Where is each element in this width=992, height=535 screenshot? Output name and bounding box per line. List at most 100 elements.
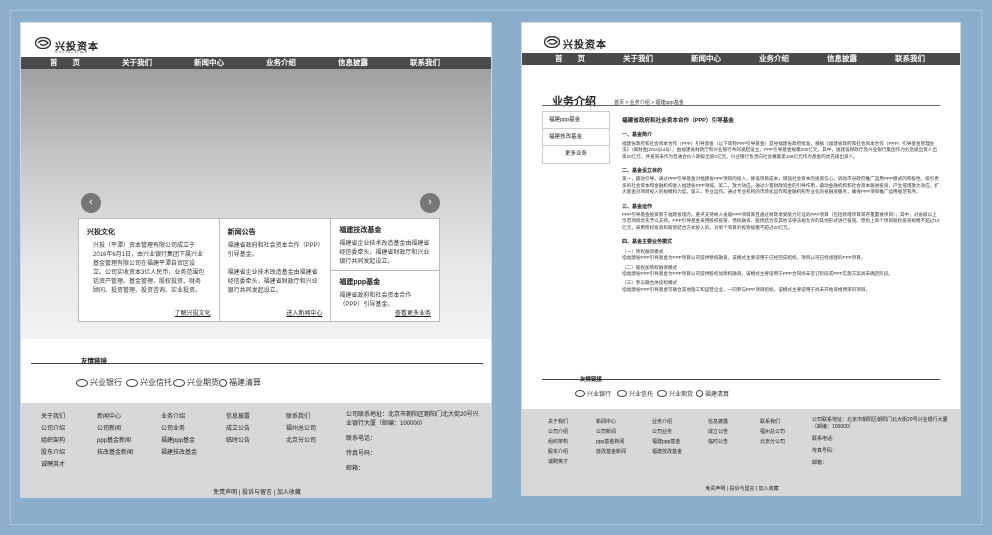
footer-link[interactable]: 成立公告 [226, 423, 250, 435]
footer-link[interactable]: 诚聘英才 [548, 457, 568, 467]
footer-link[interactable]: 业务介绍 [652, 417, 682, 427]
carousel-next-icon[interactable]: › [420, 193, 440, 213]
clearing-logo-icon [219, 378, 227, 387]
footer-link[interactable]: 技改基金新闻 [97, 447, 133, 459]
footer-link[interactable]: 信息披露 [226, 411, 250, 423]
footer-link[interactable]: ppp基金新闻 [97, 435, 133, 447]
contact-address: 公司联系地址：北京市朝阳区朝阳门北大街20号兴业银行大厦（邮编：100000） [346, 412, 479, 427]
card-title: 福建技改基金 [339, 227, 382, 234]
footer-link[interactable]: 关于我们 [41, 411, 65, 423]
partner-link-clearing[interactable]: 福建清算 [696, 389, 729, 398]
side-item-ppp-fund[interactable]: 福建ppp基金 [543, 112, 609, 129]
nav-contact[interactable]: 联系我们 [389, 57, 461, 69]
footer-link[interactable]: 北京分公司 [760, 437, 785, 447]
main-nav: 首 页 关于我们 新闻中心 业务介绍 信息披露 联系我们 [21, 57, 491, 69]
futures-logo-icon [657, 390, 667, 397]
nav-news[interactable]: 新闻中心 [672, 53, 740, 65]
card-news: 新闻公告 福建省政府和社会资本合作（PPP）引导基金。 福建省企业技术改造基金由… [220, 219, 332, 321]
clearing-logo-icon [696, 390, 703, 397]
partner-link-futures[interactable]: 兴业期货 [173, 377, 219, 388]
card-tech-fund: 福建技改基金 福建省企业技术改造基金由福建省经信委牵头，福建省财政厅和兴业银行共… [331, 219, 439, 270]
divider [542, 105, 940, 106]
footer-link[interactable]: 成立公告 [708, 427, 728, 437]
footer-link[interactable]: 联系我们 [286, 411, 316, 423]
news-more-link[interactable]: 进入新闻中心 [286, 308, 322, 317]
footer-link[interactable]: ppp基金新闻 [596, 437, 626, 447]
carousel-prev-icon[interactable]: ‹ [81, 193, 101, 213]
footer-col-contact: 联系我们 福州总公司 北京分公司 [760, 417, 785, 447]
footer-link[interactable]: 组织架构 [41, 435, 65, 447]
nav-business[interactable]: 业务介绍 [740, 53, 808, 65]
home-page-mockup: 兴投资本 XING TOU ZI BEN 首 页 关于我们 新闻中心 业务介绍 … [20, 22, 492, 498]
partner-link-clearing[interactable]: 福建清算 [219, 377, 261, 388]
footer-link[interactable]: 业务介绍 [161, 411, 197, 423]
nav-contact[interactable]: 联系我们 [876, 53, 944, 65]
footer-link[interactable]: 公司介绍 [41, 423, 65, 435]
card-text: 福建省政府和社会资本合作（PPP）引导基金。 福建省企业技术改造基金由福建省经信… [227, 243, 321, 294]
article-content: 福建省政府和社会资本合作（PPP）引导基金 一、基金简介 福建省政府和社会资本合… [622, 113, 940, 293]
footer-legal-links[interactable]: 免责声明 | 投诉与留言 | 加入收藏 [522, 485, 960, 492]
footer: 关于我们 公司介绍 组织架构 股东介绍 诚聘英才 新闻中心 公司新闻 ppp基金… [21, 403, 491, 497]
brand-logo-icon [544, 36, 560, 48]
contact-email: 邮箱： [812, 460, 828, 466]
main-nav: 首 页 关于我们 新闻中心 业务介绍 信息披露 联系我们 [522, 53, 960, 65]
nav-disclosure[interactable]: 信息披露 [808, 53, 876, 65]
footer-link[interactable]: 公司介绍 [548, 427, 568, 437]
footer-link[interactable]: 福建技改基金 [652, 447, 682, 457]
footer-link[interactable]: 股东介绍 [548, 447, 568, 457]
footer-contact-info: 公司联系地址：北京市朝阳区朝阳门北大街20号兴业银行大厦（邮编：100000） … [812, 417, 952, 467]
partner-name: 兴业信托 [140, 378, 172, 387]
footer-col-about: 关于我们 公司介绍 组织架构 股东介绍 诚聘英才 [41, 411, 65, 471]
trust-logo-icon [126, 378, 138, 387]
footer-link[interactable]: 福建技改基金 [161, 447, 197, 459]
footer-link[interactable]: 技改基金新闻 [596, 447, 626, 457]
brand-logo-icon [35, 37, 51, 49]
footer-link[interactable]: 联系我们 [760, 417, 785, 427]
header: 兴投资本 XING TOU ZI BEN [522, 23, 960, 53]
business-more-link[interactable]: 查看更多业务 [395, 308, 431, 317]
card-culture: 兴投文化 兴投（平潭）资本管理有限公司成立于2016年6月1日，由兴业银行集团下… [79, 219, 220, 321]
footer-link[interactable]: 信息披露 [708, 417, 728, 427]
footer-link[interactable]: 公司业务 [161, 423, 197, 435]
nav-home[interactable]: 首 页 [29, 57, 101, 69]
footer-legal-links[interactable]: 免责声明 | 投诉与留言 | 加入收藏 [21, 487, 491, 496]
info-cards: 兴投文化 兴投（平潭）资本管理有限公司成立于2016年6月1日，由兴业银行集团下… [78, 218, 440, 322]
footer-link[interactable]: 临时公告 [708, 437, 728, 447]
footer-link[interactable]: 组织架构 [548, 437, 568, 447]
partner-link-bank[interactable]: 兴业银行 [575, 389, 611, 398]
partner-name: 兴业信托 [629, 392, 654, 398]
footer-link[interactable]: 关于我们 [548, 417, 568, 427]
nav-business[interactable]: 业务介绍 [245, 57, 317, 69]
footer-link[interactable]: 公司新闻 [97, 423, 133, 435]
footer-link[interactable]: 福建ppp基金 [652, 437, 682, 447]
footer-col-contact: 联系我们 福州总公司 北京分公司 [286, 411, 316, 447]
partner-link-trust[interactable]: 兴业信托 [617, 389, 653, 398]
nav-home[interactable]: 首 页 [536, 53, 604, 65]
partner-link-bank[interactable]: 兴业银行 [76, 377, 122, 388]
nav-about[interactable]: 关于我们 [101, 57, 173, 69]
partner-link-trust[interactable]: 兴业信托 [126, 377, 172, 388]
footer-link[interactable]: 临时公告 [226, 435, 250, 447]
footer-link[interactable]: 新闻中心 [596, 417, 626, 427]
side-item-more[interactable]: 更多业务 [543, 146, 609, 163]
footer-link[interactable]: 股东介绍 [41, 447, 65, 459]
footer-link[interactable]: 新闻中心 [97, 411, 133, 423]
card-title: 兴投文化 [87, 229, 115, 236]
nav-disclosure[interactable]: 信息披露 [317, 57, 389, 69]
footer-col-disclosure: 信息披露 成立公告 临时公告 [226, 411, 250, 447]
friend-links-label: 友情链接 [580, 377, 603, 383]
contact-email: 邮箱： [346, 466, 365, 472]
nav-about[interactable]: 关于我们 [604, 53, 672, 65]
footer-link[interactable]: 诚聘英才 [41, 459, 65, 471]
side-item-tech-fund[interactable]: 福建技改基金 [543, 129, 609, 146]
footer-link[interactable]: 公司新闻 [596, 427, 626, 437]
footer-link[interactable]: 福州总公司 [286, 423, 316, 435]
footer-link[interactable]: 福建ppp基金 [161, 435, 197, 447]
contact-address: 公司联系地址：北京市朝阳区朝阳门北大街20号兴业银行大厦（邮编：100000） [812, 417, 948, 430]
footer-link[interactable]: 福州总公司 [760, 427, 785, 437]
culture-more-link[interactable]: 了解兴投文化 [175, 308, 211, 317]
partner-link-futures[interactable]: 兴业期货 [657, 389, 693, 398]
footer-link[interactable]: 北京分公司 [286, 435, 316, 447]
nav-news[interactable]: 新闻中心 [173, 57, 245, 69]
footer-link[interactable]: 公司业务 [652, 427, 682, 437]
